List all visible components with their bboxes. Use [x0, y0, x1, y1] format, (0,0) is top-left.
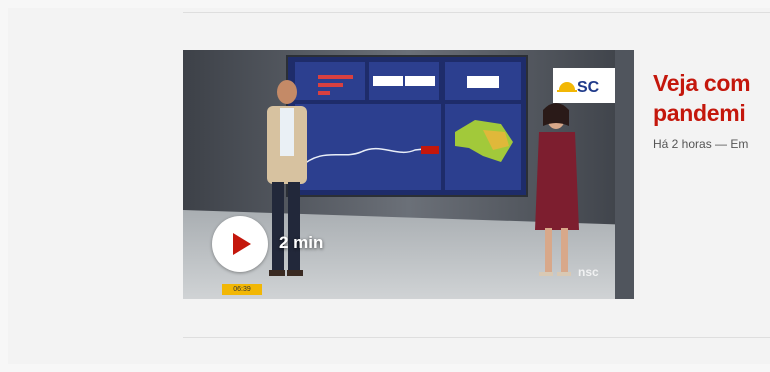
article-meta: Há 2 horas — Em: [653, 137, 749, 151]
svg-text:SC: SC: [577, 79, 600, 96]
headline-line-1[interactable]: Veja com: [653, 68, 770, 98]
top-divider: [183, 12, 770, 13]
channel-watermark: nsc: [578, 265, 599, 279]
video-duration: 2 min: [279, 233, 324, 252]
headline-line-2[interactable]: pandemi: [653, 98, 770, 128]
channel-logo: SC: [553, 68, 615, 103]
play-icon: [233, 233, 251, 255]
play-button[interactable]: [212, 216, 268, 272]
sc-sun-icon: SC: [557, 79, 600, 96]
article-headline[interactable]: Veja com pandemi: [653, 68, 770, 128]
bottom-divider: [183, 337, 770, 338]
clock-badge: 06:39: [222, 284, 262, 295]
video-thumbnail[interactable]: SC nsc 06:39 2 min: [183, 50, 634, 299]
